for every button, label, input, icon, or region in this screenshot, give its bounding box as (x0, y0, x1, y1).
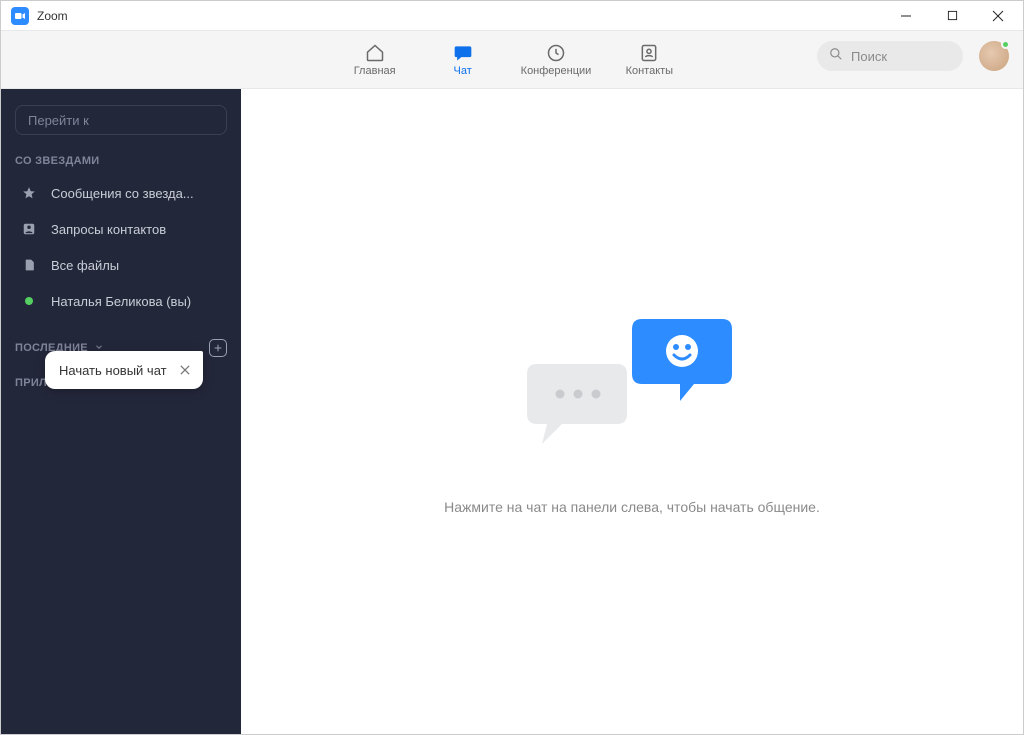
tab-label: Контакты (626, 65, 674, 77)
sidebar-section-starred[interactable]: СО ЗВЕЗДАМИ (15, 155, 227, 167)
empty-state-graphic (522, 309, 742, 459)
sidebar-item-contact-requests[interactable]: Запросы контактов (15, 211, 227, 247)
avatar[interactable] (979, 41, 1009, 71)
tab-contacts[interactable]: Контакты (619, 43, 679, 77)
chat-empty-state: Нажмите на чат на панели слева, чтобы на… (241, 89, 1023, 734)
window-controls (883, 1, 1021, 31)
sidebar: Перейти к СО ЗВЕЗДАМИ Сообщения со звезд… (1, 89, 241, 734)
star-icon (21, 186, 37, 200)
close-button[interactable] (975, 1, 1021, 31)
section-label: ПРИЛ (15, 377, 47, 389)
sidebar-item-label: Наталья Беликова (вы) (51, 294, 191, 309)
sidebar-item-self[interactable]: Наталья Беликова (вы) (15, 283, 227, 319)
tab-label: Чат (454, 65, 472, 77)
new-chat-tooltip: Начать новый чат (45, 351, 203, 389)
maximize-button[interactable] (929, 1, 975, 31)
chat-bubble-blue-icon (622, 309, 742, 414)
minimize-button[interactable] (883, 1, 929, 31)
tooltip-close-button[interactable] (175, 360, 195, 380)
tab-label: Главная (354, 65, 396, 77)
section-label: СО ЗВЕЗДАМИ (15, 155, 100, 167)
search-input[interactable]: Поиск (817, 41, 963, 71)
window-titlebar: Zoom (1, 1, 1023, 31)
person-icon (21, 222, 37, 236)
sidebar-item-label: Сообщения со звезда... (51, 186, 194, 201)
sidebar-item-label: Все файлы (51, 258, 119, 273)
app-logo-icon (11, 7, 29, 25)
chat-bubble-gray-icon (522, 359, 637, 459)
tab-label: Конференции (521, 65, 592, 77)
file-icon (21, 258, 37, 272)
chat-icon (451, 43, 475, 63)
jump-to-placeholder: Перейти к (28, 113, 89, 128)
presence-icon (21, 297, 37, 305)
search-icon (829, 47, 843, 66)
tab-home[interactable]: Главная (345, 43, 405, 77)
clock-icon (544, 43, 568, 63)
window-title: Zoom (37, 9, 68, 23)
sidebar-item-label: Запросы контактов (51, 222, 166, 237)
jump-to-input[interactable]: Перейти к (15, 105, 227, 135)
tooltip-text: Начать новый чат (59, 363, 167, 378)
sidebar-item-starred-messages[interactable]: Сообщения со звезда... (15, 175, 227, 211)
sidebar-item-all-files[interactable]: Все файлы (15, 247, 227, 283)
tab-meetings[interactable]: Конференции (521, 43, 592, 77)
tab-chat[interactable]: Чат (433, 43, 493, 77)
contacts-icon (637, 43, 661, 63)
add-chat-button[interactable] (209, 339, 227, 357)
main-toolbar: Главная Чат Конференции Контакты Поиск (1, 31, 1023, 89)
search-placeholder: Поиск (851, 49, 887, 64)
status-indicator-icon (1001, 40, 1010, 49)
empty-state-message: Нажмите на чат на панели слева, чтобы на… (444, 499, 820, 515)
home-icon (363, 43, 387, 63)
